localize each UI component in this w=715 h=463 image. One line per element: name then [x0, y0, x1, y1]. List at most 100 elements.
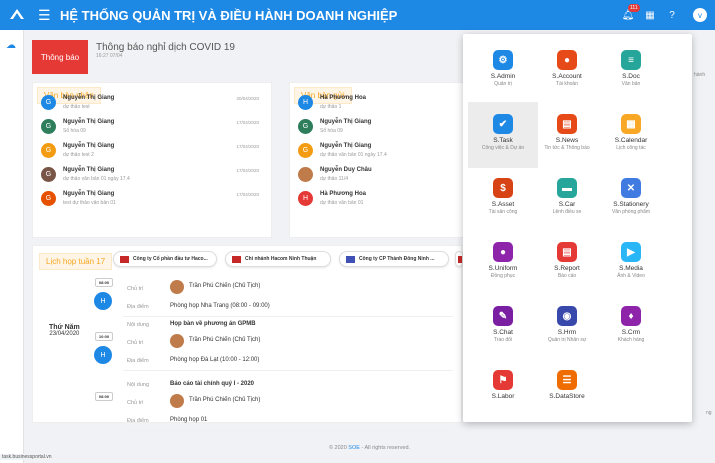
document-subject: dự thảo văn bản 01 ngày 17.4	[63, 176, 130, 182]
time-slot: 08:00	[95, 278, 113, 287]
app-name: S.Calendar	[614, 137, 648, 144]
app-asset[interactable]: $ S.Asset Tài sản công	[468, 166, 538, 232]
app-subtitle: Tài khoản	[556, 81, 578, 87]
chair-label: Chủ trì	[127, 286, 144, 292]
app-chat[interactable]: ✎ S.Chat Trao đổi	[468, 294, 538, 360]
app-subtitle: Văn phòng phẩm	[611, 209, 651, 215]
sender-name: Nguyễn Thị Giang	[63, 95, 115, 101]
avatar: G	[41, 119, 56, 134]
calendar-icon: ▦	[621, 114, 641, 134]
app-subtitle: Tài sản công	[488, 209, 518, 215]
meeting-content[interactable]: Họp bàn về phương án GPMB	[170, 321, 256, 327]
app-subtitle: Ảnh & Video	[617, 273, 645, 279]
org-tab[interactable]: Công ty Cổ phần đầu tư Haco...	[113, 251, 217, 267]
app-datastore[interactable]: ☰ S.DataStore	[532, 358, 602, 424]
list-item[interactable]: G Nguyễn Thị Giang dự thảo văn bản 01 ngày…	[296, 141, 461, 163]
app-subtitle: Lệnh điều xe	[552, 209, 582, 215]
apps-grid-icon[interactable]: ▦	[639, 10, 661, 21]
footer: © 2020 SOE - All rights reserved.	[328, 445, 411, 451]
media-icon: ▶	[621, 242, 641, 262]
app-car[interactable]: ▬ S.Car Lệnh điều xe	[532, 166, 602, 232]
document-date: 20/04/2020	[236, 96, 259, 101]
user-avatar[interactable]: v	[693, 8, 707, 22]
crm-icon: ♦	[621, 306, 641, 326]
avatar: H	[298, 191, 313, 206]
list-item[interactable]: H Hà Phương Hoa dự thảo văn bản 01	[296, 189, 461, 211]
row-divider	[123, 430, 453, 431]
top-bar: ☰ HỆ THỐNG QUẢN TRỊ VÀ ĐIỀU HÀNH DOANH N…	[0, 0, 715, 30]
app-task[interactable]: ✔ S.Task Công việc & Dự án	[468, 102, 538, 168]
app-media[interactable]: ▶ S.Media Ảnh & Video	[596, 230, 666, 296]
list-item[interactable]: G Nguyễn Thị Giang dự thảo test 20/04/2020	[39, 93, 263, 115]
meeting-content[interactable]: Báo cáo tài chính quý I - 2020	[170, 381, 254, 387]
row-divider	[123, 370, 453, 371]
list-item[interactable]: Nguyễn Duy Châu dự thảo 11/4	[296, 165, 461, 187]
app-admin[interactable]: ⚙ S.Admin Quản trị	[468, 38, 538, 104]
app-crm[interactable]: ♦ S.Crm Khách hàng	[596, 294, 666, 360]
app-doc[interactable]: ≡ S.Doc Văn bản	[596, 38, 666, 104]
document-subject: dự thảo 11/4	[320, 176, 348, 182]
brand-logo-icon[interactable]	[6, 4, 28, 26]
chair-label: Chủ trì	[127, 340, 144, 346]
list-item[interactable]: G Nguyễn Thị Giang test dự thảo văn bản 01…	[39, 189, 263, 211]
list-item[interactable]: G Nguyễn Thị Giang dự thảo test 2 17/04/202…	[39, 141, 263, 163]
org-logo-icon	[232, 255, 241, 263]
cloud-download-icon[interactable]: ☁	[6, 40, 16, 51]
app-name: S.Hrm	[557, 329, 577, 336]
stationery-icon: ✕	[621, 178, 641, 198]
meeting-avatar: H	[94, 346, 112, 364]
app-name: S.Account	[552, 73, 582, 80]
meeting-avatar: H	[94, 292, 112, 310]
notification-time: 16:27 07/04	[96, 53, 123, 59]
app-subtitle: Báo cáo	[557, 273, 577, 279]
content-label: Nội dung	[127, 382, 150, 388]
app-subtitle: Khách hàng	[617, 337, 645, 343]
document-subject: dự thảo 1	[320, 104, 342, 110]
app-account[interactable]: ● S.Account Tài khoản	[532, 38, 602, 104]
app-calendar[interactable]: ▦ S.Calendar Lịch công tác	[596, 102, 666, 168]
app-subtitle: Tin tức & Thông báo	[544, 145, 590, 151]
app-labor[interactable]: ⚑ S.Labor	[468, 358, 538, 424]
avatar	[298, 167, 313, 182]
admin-icon: ⚙	[493, 50, 513, 70]
app-name: S.Car	[558, 201, 576, 208]
org-logo-icon	[120, 255, 129, 263]
bell-icon[interactable]: 🔔︎ 111	[617, 3, 640, 21]
list-item[interactable]: G Nguyễn Thị Giang Sổ hóa 09	[296, 117, 461, 139]
list-item[interactable]: G Nguyễn Thị Giang Sổ hóa 09 17/04/2020	[39, 117, 263, 139]
chair-avatar	[170, 334, 184, 348]
org-tab[interactable]: Chi nhánh Hacom Ninh Thuận	[225, 251, 331, 267]
app-hrm[interactable]: ◉ S.Hrm Quản trị Nhân sự	[532, 294, 602, 360]
meeting-chair: Trần Phú Chiến (Chủ Tịch)	[189, 337, 261, 343]
app-subtitle: Công việc & Dự án	[481, 145, 525, 151]
app-name: S.Doc	[622, 73, 640, 80]
org-logo-icon	[346, 255, 355, 263]
calendar-day: Thứ Năm 23/04/2020	[49, 324, 80, 337]
sender-name: Nguyễn Duy Châu	[320, 167, 372, 173]
app-name: S.Admin	[490, 73, 516, 80]
app-name: S.News	[555, 137, 579, 144]
list-item[interactable]: G Nguyễn Thị Giang dự thảo văn bản 01 ngày…	[39, 165, 263, 187]
app-subtitle: Trao đổi	[493, 337, 513, 343]
app-report[interactable]: ▤ S.Report Báo cáo	[532, 230, 602, 296]
list-item[interactable]: H Hà Phương Hoa dự thảo 1	[296, 93, 461, 115]
help-icon[interactable]: ?	[661, 10, 683, 21]
document-date: 17/04/2020	[236, 192, 259, 197]
footer-link[interactable]: SOE	[348, 445, 360, 451]
avatar: G	[41, 167, 56, 182]
asset-icon: $	[493, 178, 513, 198]
org-tab-partial[interactable]	[455, 251, 463, 267]
hamburger-icon[interactable]: ☰	[38, 7, 52, 24]
app-stationery[interactable]: ✕ S.Stationery Văn phòng phẩm	[596, 166, 666, 232]
meeting-chair: Trần Phú Chiến (Chủ Tịch)	[189, 397, 261, 403]
app-title: HỆ THỐNG QUẢN TRỊ VÀ ĐIỀU HÀNH DOANH NGH…	[60, 7, 398, 23]
place-label: Địa điểm	[127, 358, 149, 364]
meeting-place: Phòng họp 01	[170, 417, 208, 423]
document-subject: test dự thảo văn bản 01	[63, 200, 116, 206]
org-tab[interactable]: Công ty CP Thành Đông Ninh ...	[339, 251, 449, 267]
avatar: G	[41, 143, 56, 158]
app-news[interactable]: ▤ S.News Tin tức & Thông báo	[532, 102, 602, 168]
document-date: 17/04/2020	[236, 168, 259, 173]
document-subject: Sổ hóa 09	[63, 128, 86, 134]
app-uniform[interactable]: ● S.Uniform Đồng phục	[468, 230, 538, 296]
